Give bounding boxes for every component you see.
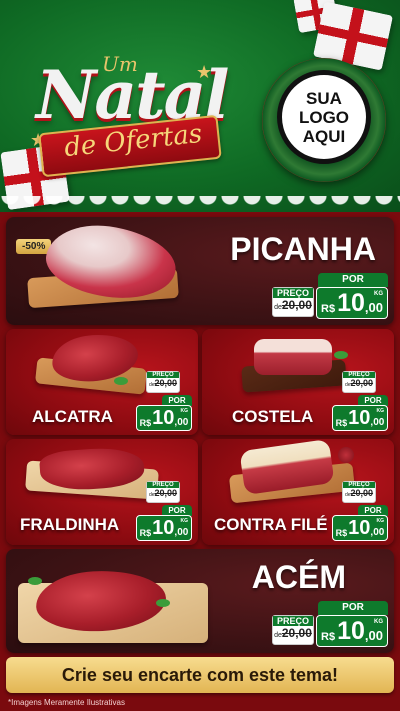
new-price: R$ 10 ,00 KG [316, 615, 388, 647]
old-price-value: 20,00 [350, 488, 374, 498]
new-price: R$ 10 ,00 KG [136, 515, 192, 541]
new-price: R$ 10 ,00 KG [316, 287, 388, 319]
product-card-costela[interactable]: COSTELA PREÇO de20,00 POR R$ 10 ,00 KG [202, 329, 394, 435]
old-price-value: 20,00 [350, 378, 374, 388]
onion-icon [338, 447, 354, 463]
cta-button[interactable]: Crie seu encarte com este tema! [6, 657, 394, 693]
product-name: ALCATRA [32, 407, 113, 426]
price-integer: 10 [152, 407, 175, 429]
old-price: PREÇO de20,00 [342, 481, 376, 503]
price-integer: 10 [337, 289, 365, 317]
old-price: PREÇO de20,00 [146, 481, 180, 503]
old-price: PREÇO de20,00 [272, 615, 314, 645]
price-decimal: ,00 [364, 300, 383, 315]
de-prefix: de [274, 632, 282, 639]
product-card-fraldinha[interactable]: FRALDINHA PREÇO de20,00 POR R$ 10 ,00 KG [6, 439, 198, 545]
preco-label: PREÇO [273, 288, 313, 298]
title-um: Um [102, 52, 138, 76]
product-name: PICANHA [230, 231, 376, 267]
disclaimer: *Imagens Meramente Ilustrativas [8, 698, 125, 707]
new-price: R$ 10 ,00 KG [332, 405, 388, 431]
currency: R$ [139, 418, 152, 428]
campaign-title: ★ ★ Natal Um de Ofertas [28, 42, 258, 192]
unit: KG [180, 408, 189, 414]
meat-image [254, 339, 332, 375]
price-integer: 10 [348, 407, 371, 429]
new-price: R$ 10 ,00 KG [332, 515, 388, 541]
old-price-value: 20,00 [154, 488, 178, 498]
price-block: POR PREÇO de20,00 R$ 10 ,00 KG [272, 601, 388, 647]
product-name: ACÉM [251, 559, 346, 595]
price-block: PREÇO de20,00 POR R$ 10 ,00 KG [136, 371, 192, 431]
unit: KG [180, 518, 189, 524]
herb-icon [114, 377, 128, 385]
currency: R$ [321, 303, 336, 315]
herb-icon [156, 599, 170, 607]
product-name: COSTELA [232, 407, 314, 426]
price-decimal: ,00 [174, 417, 189, 428]
product-card-acem[interactable]: ACÉM POR PREÇO de20,00 R$ 10 ,00 KG [6, 549, 394, 653]
old-price-value: 20,00 [281, 298, 312, 312]
unit: KG [376, 408, 385, 414]
unit: KG [376, 518, 385, 524]
de-prefix: de [274, 304, 282, 311]
por-label: POR [318, 601, 388, 615]
currency: R$ [335, 418, 348, 428]
price-integer: 10 [348, 517, 371, 539]
product-name: FRALDINHA [20, 515, 120, 534]
logo-line-2: LOGO [298, 107, 350, 127]
snow-edge [0, 196, 400, 212]
price-decimal: ,00 [174, 527, 189, 538]
product-card-contra-file[interactable]: CONTRA FILÉ PREÇO de20,00 POR R$ 10 ,00 … [202, 439, 394, 545]
old-price-value: 20,00 [281, 626, 312, 640]
price-block: PREÇO de20,00 POR R$ 10 ,00 KG [136, 481, 192, 541]
header-banner: ★ ★ Natal Um de Ofertas SUA LOGO AQUI [0, 0, 400, 212]
price-block: POR PREÇO de20,00 R$ 10 ,00 KG [272, 273, 388, 319]
old-price: PREÇO de20,00 [146, 371, 180, 393]
logo-placeholder[interactable]: SUA LOGO AQUI [277, 70, 371, 164]
logo-line-1: SUA [306, 88, 342, 108]
price-integer: 10 [337, 617, 365, 645]
new-price: R$ 10 ,00 KG [136, 405, 192, 431]
price-decimal: ,00 [370, 417, 385, 428]
currency: R$ [335, 528, 348, 538]
product-name: CONTRA FILÉ [214, 515, 328, 534]
product-card-picanha[interactable]: -50% PICANHA POR PREÇO de20,00 R$ 10 ,00… [6, 217, 394, 325]
old-price: PREÇO de20,00 [342, 371, 376, 393]
old-price-value: 20,00 [154, 378, 178, 388]
price-integer: 10 [152, 517, 175, 539]
unit: KG [374, 619, 383, 625]
price-decimal: ,00 [364, 628, 383, 643]
product-card-alcatra[interactable]: ALCATRA PREÇO de20,00 POR R$ 10 ,00 KG [6, 329, 198, 435]
herb-icon [334, 351, 348, 359]
preco-label: PREÇO [273, 616, 313, 626]
currency: R$ [321, 631, 336, 643]
currency: R$ [139, 528, 152, 538]
price-decimal: ,00 [370, 527, 385, 538]
logo-line-3: AQUI [302, 126, 346, 146]
old-price: PREÇO de20,00 [272, 287, 314, 317]
por-label: POR [318, 273, 388, 287]
herb-icon [28, 577, 42, 585]
unit: KG [374, 291, 383, 297]
price-block: PREÇO de20,00 POR R$ 10 ,00 KG [332, 481, 388, 541]
price-block: PREÇO de20,00 POR R$ 10 ,00 KG [332, 371, 388, 431]
